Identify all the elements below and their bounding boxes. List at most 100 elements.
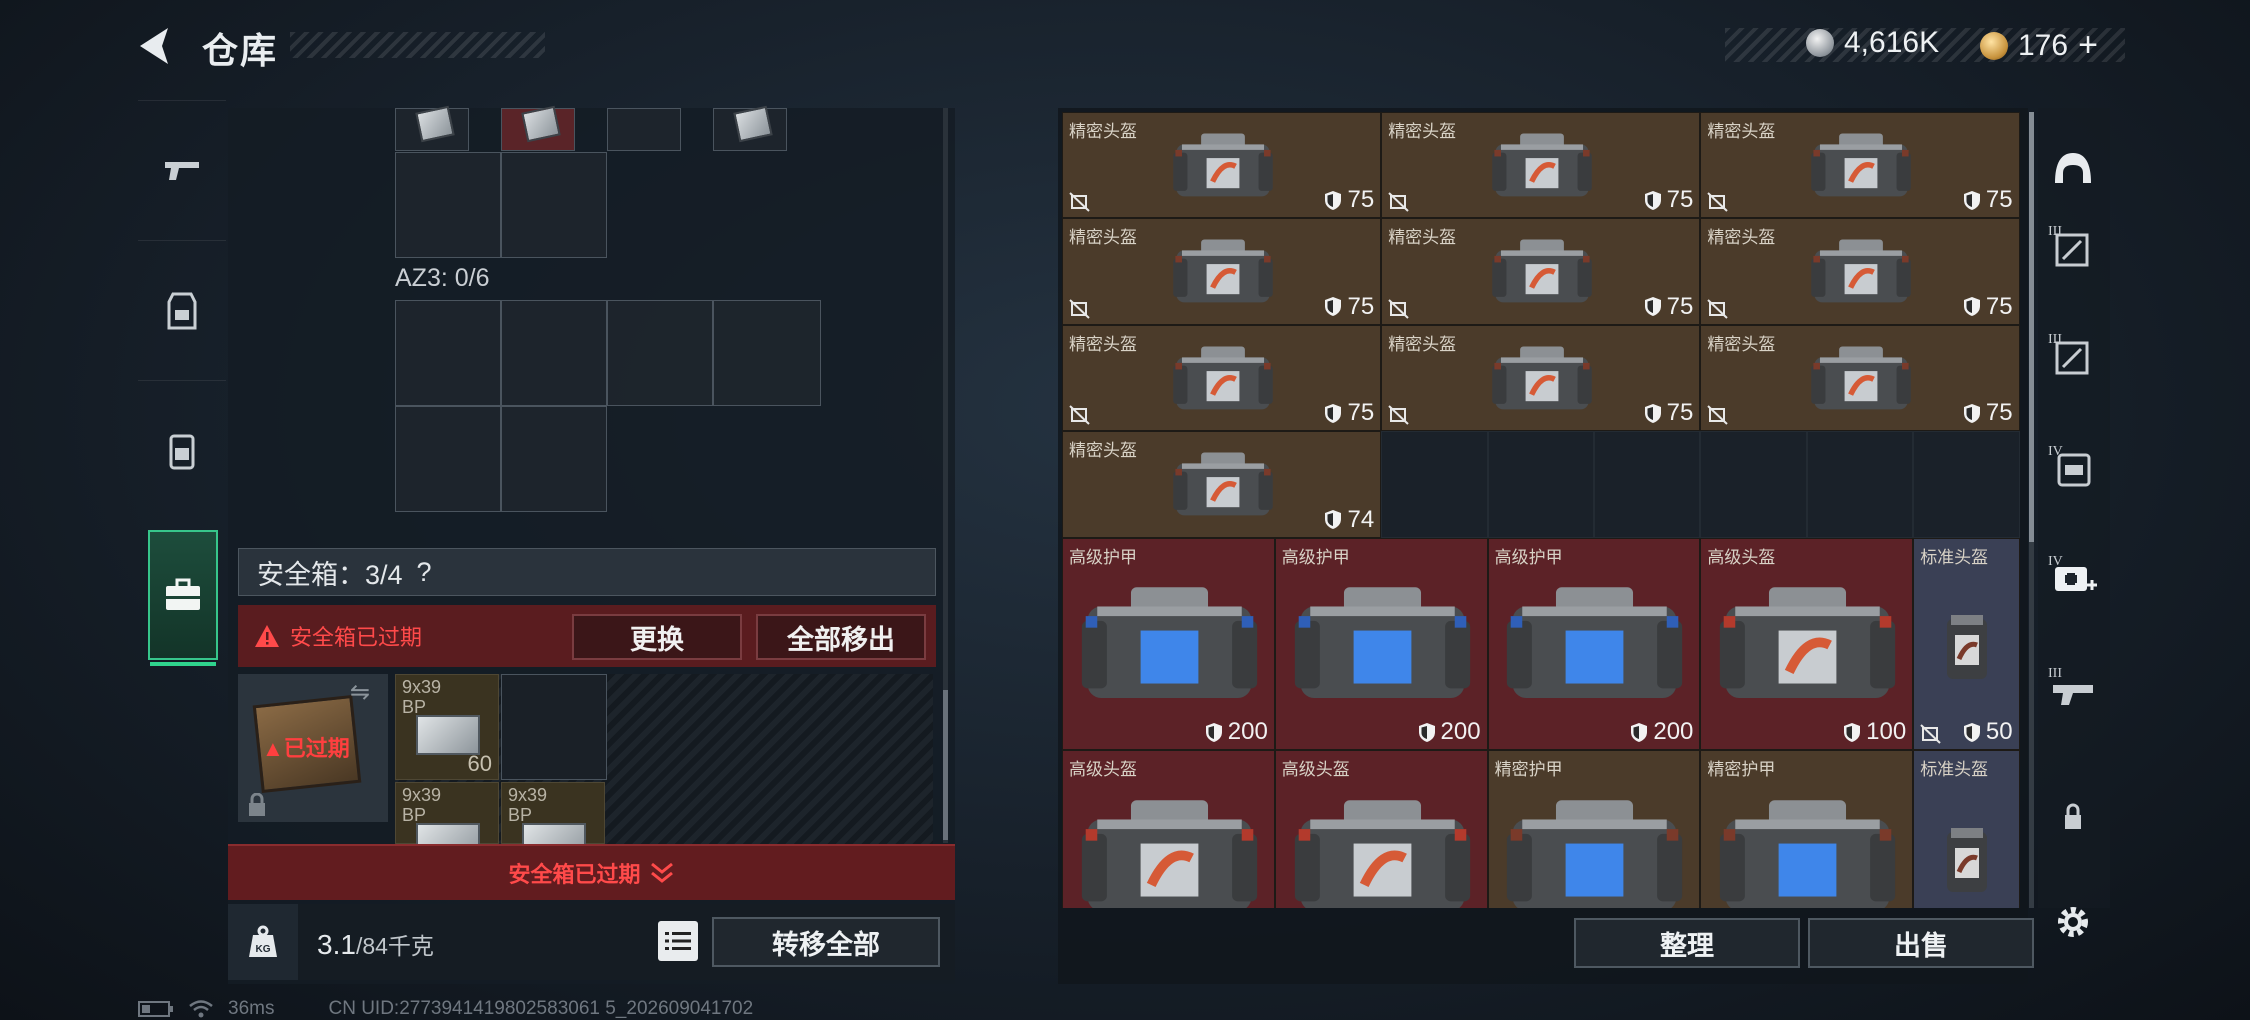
filter-tab-medkit-add[interactable]: IV	[2042, 548, 2104, 608]
gold-currency[interactable]: 176 +	[1980, 26, 2098, 65]
inventory-item[interactable]: 精密头盔 75	[1062, 324, 1382, 432]
durability-value: 100	[1866, 718, 1907, 746]
grid-cell[interactable]	[501, 152, 607, 258]
empty-grid-cell[interactable]	[1913, 431, 2020, 538]
no-repair-icon	[1388, 299, 1409, 319]
inventory-item[interactable]: 精密头盔 75	[1062, 112, 1382, 219]
tab-secure-case[interactable]	[148, 530, 218, 666]
filter-tab-settings[interactable]	[2042, 892, 2104, 952]
pistol-icon	[165, 161, 199, 180]
add-currency-icon[interactable]: +	[2078, 26, 2098, 65]
back-arrow-icon	[140, 28, 168, 64]
grid-cell[interactable]	[713, 105, 787, 151]
backpack-icon	[169, 434, 195, 469]
empty-grid-cell[interactable]	[1487, 431, 1594, 538]
inventory-item[interactable]: 高级头盔	[1274, 750, 1488, 908]
silver-currency: 4,616K	[1806, 26, 1939, 60]
ammo-item[interactable]: 9x39 BP	[395, 782, 499, 863]
item-name: 精密头盔	[1069, 122, 1137, 141]
helmet-icon	[2055, 153, 2091, 183]
sell-button[interactable]: 出售	[1808, 918, 2034, 968]
inventory-item[interactable]: 精密护甲	[1700, 750, 1914, 908]
inventory-grid: 精密头盔 75 精密头盔 75 精密头盔 75 精密头盔 75 精密头盔 75 精密头盔 75 精密头盔…	[1062, 112, 2020, 908]
item-name: 精密头盔	[1069, 228, 1137, 248]
lock-icon	[249, 793, 265, 816]
settings-icon	[2058, 907, 2088, 937]
list-view-button[interactable]	[658, 921, 698, 961]
replace-button[interactable]: 更换	[572, 614, 742, 660]
inventory-item[interactable]: 精密护甲	[1487, 750, 1701, 908]
inventory-item[interactable]: 精密头盔 74	[1062, 431, 1382, 538]
empty-grid-cell[interactable]	[1700, 431, 1807, 538]
empty-grid-cell[interactable]	[1594, 431, 1701, 538]
filter-tab-helmet[interactable]	[2042, 140, 2104, 200]
durability-shield-icon	[1325, 403, 1342, 423]
inventory-item[interactable]: 精密头盔 75	[1381, 112, 1701, 219]
inventory-item[interactable]: 高级护甲 200	[1274, 537, 1488, 751]
grid-cell[interactable]	[713, 300, 821, 406]
durability-value: 75	[1347, 292, 1375, 320]
grid-cell[interactable]	[501, 406, 607, 512]
ammo-label: 9x39 BP	[508, 785, 548, 825]
inventory-item[interactable]: 高级头盔	[1062, 750, 1275, 908]
grid-cell[interactable]	[501, 105, 575, 151]
filter-tab-backpack[interactable]: IV	[2042, 438, 2104, 498]
tab-backpack[interactable]	[138, 380, 226, 520]
inventory-scrollbar-thumb[interactable]	[2029, 112, 2034, 542]
helmet-icon	[1294, 799, 1470, 908]
secure-case-capacity: 安全箱：3/4	[257, 559, 403, 590]
tab-weapon[interactable]	[138, 100, 226, 240]
inventory-item[interactable]: 精密头盔 75	[1700, 324, 2020, 432]
help-icon[interactable]: ?	[417, 557, 432, 588]
inventory-item[interactable]: 高级护甲 200	[1487, 537, 1701, 751]
inventory-item[interactable]: 高级头盔 100	[1700, 537, 1914, 751]
grid-cell[interactable]	[607, 300, 713, 406]
inventory-item[interactable]: 标准头盔	[1913, 750, 2020, 908]
grid-cell[interactable]	[395, 105, 469, 151]
expired-tag: ▲已过期	[262, 736, 350, 761]
inventory-item[interactable]: 精密头盔 75	[1700, 112, 2020, 219]
tier-label: IV	[2048, 444, 2063, 459]
filter-tab-armor[interactable]: III	[2042, 326, 2104, 386]
weight-current: 3.1	[317, 929, 356, 960]
filter-tab-lock[interactable]	[2042, 786, 2104, 846]
inventory-item[interactable]: 精密头盔 75	[1700, 218, 2020, 325]
durability-shield-icon	[1963, 722, 1980, 742]
storage-scrollbar-thumb[interactable]	[943, 690, 948, 840]
transfer-all-button[interactable]: 转移全部	[712, 917, 940, 967]
grid-cell[interactable]	[395, 152, 501, 258]
grid-cell[interactable]	[501, 674, 607, 780]
move-all-out-button[interactable]: 全部移出	[756, 614, 926, 660]
ammo-item[interactable]: 9x39 BP 60	[395, 674, 499, 780]
item-name: 精密头盔	[1388, 228, 1457, 248]
tab-armor-rig[interactable]	[138, 240, 226, 380]
inventory-item[interactable]: 标准头盔 50	[1913, 537, 2020, 751]
grid-cell[interactable]	[501, 300, 607, 406]
inventory-item[interactable]: 高级护甲 200	[1062, 537, 1275, 751]
armor-icon	[1507, 587, 1683, 698]
swap-icon[interactable]: ⇋	[350, 678, 370, 707]
inventory-item[interactable]: 精密头盔 75	[1062, 218, 1382, 325]
grid-cell[interactable]	[607, 108, 681, 151]
secure-case-expired-footer[interactable]: 安全箱已过期	[228, 844, 955, 900]
back-button[interactable]	[132, 22, 180, 70]
small-helmet-icon	[1947, 614, 1988, 679]
sort-button[interactable]: 整理	[1574, 918, 1800, 968]
silver-amount: 4,616K	[1844, 26, 1940, 59]
inventory-item[interactable]: 精密头盔 75	[1381, 324, 1701, 432]
item-durability: 200	[1205, 718, 1268, 746]
item-durability: 200	[1630, 718, 1693, 746]
filter-tab-weapon[interactable]: III	[2042, 660, 2104, 720]
inventory-item[interactable]: 精密头盔 75	[1381, 218, 1701, 325]
filter-tab-armor[interactable]: III	[2042, 218, 2104, 278]
grid-cell[interactable]	[395, 300, 501, 406]
empty-grid-cell[interactable]	[1806, 431, 1914, 538]
ammo-item[interactable]: 9x39 BP	[501, 782, 605, 863]
no-repair-icon	[1069, 299, 1090, 319]
gold-coin-icon	[1980, 31, 2008, 60]
empty-grid-cell[interactable]	[1381, 431, 1488, 538]
item-name: 精密头盔	[1388, 334, 1457, 354]
item-name: 标准头盔	[1920, 760, 1989, 780]
item-name: 精密头盔	[1707, 122, 1776, 141]
grid-cell[interactable]	[395, 406, 501, 512]
